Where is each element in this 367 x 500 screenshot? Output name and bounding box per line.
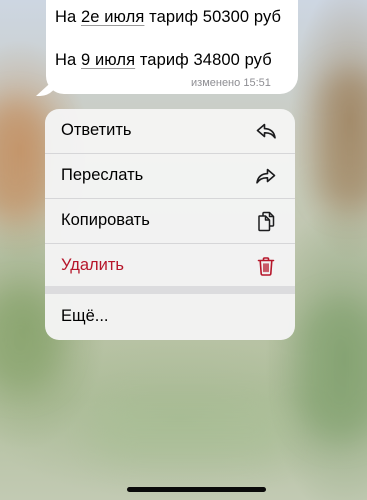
- menu-item-forward[interactable]: Переслать: [45, 154, 295, 198]
- home-indicator[interactable]: [127, 487, 266, 492]
- menu-item-label: Ответить: [61, 121, 132, 139]
- menu-item-label: Переслать: [61, 166, 144, 184]
- copy-icon: [255, 210, 277, 232]
- date-link-2[interactable]: 9 июля: [81, 51, 135, 69]
- menu-group-divider: [45, 286, 295, 294]
- message-line-2: На 9 июля тариф 34800 руб: [55, 51, 272, 69]
- message-timestamp: изменено 15:51: [191, 77, 271, 89]
- reply-icon: [255, 120, 277, 142]
- menu-item-label: Ещё...: [61, 307, 109, 325]
- menu-item-label: Удалить: [61, 256, 124, 274]
- menu-item-reply[interactable]: Ответить: [45, 109, 295, 153]
- menu-item-copy[interactable]: Копировать: [45, 199, 295, 243]
- message-line-1: На 2е июля тариф 50300 руб: [55, 8, 282, 26]
- trash-icon: [255, 255, 277, 277]
- forward-icon: [255, 165, 277, 187]
- context-menu: Ответить Переслать Копировать Удалить Ещ…: [45, 109, 295, 340]
- menu-item-delete[interactable]: Удалить: [45, 244, 295, 288]
- date-link-1[interactable]: 2е июля: [81, 8, 144, 26]
- menu-item-label: Копировать: [61, 211, 150, 229]
- menu-item-more[interactable]: Ещё...: [45, 295, 295, 340]
